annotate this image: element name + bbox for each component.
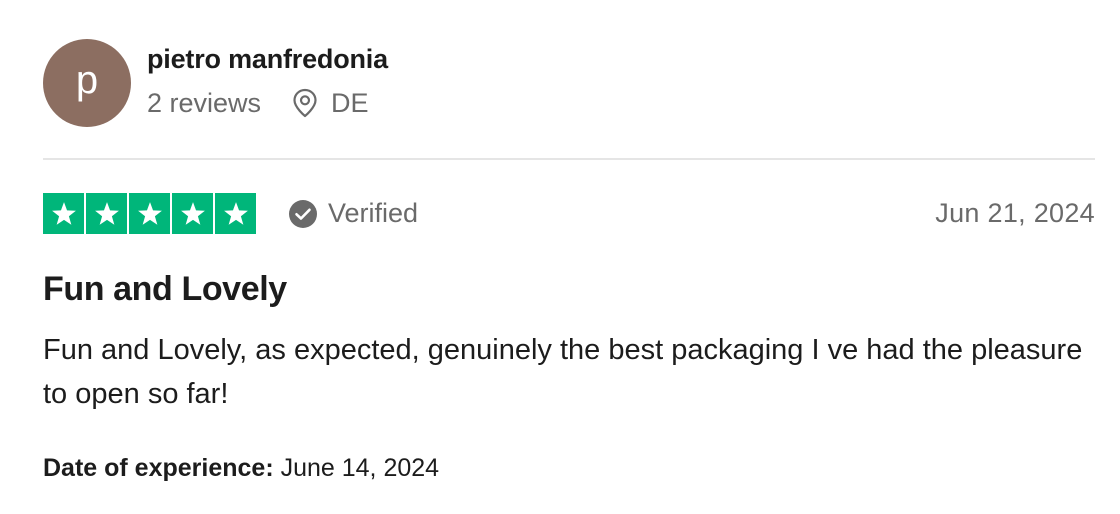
star-icon xyxy=(215,193,256,234)
date-of-experience: Date of experience: June 14, 2024 xyxy=(43,452,439,484)
review-title[interactable]: Fun and Lovely xyxy=(43,268,287,310)
star-icon xyxy=(172,193,213,234)
location-country: DE xyxy=(331,88,369,118)
experience-date: June 14, 2024 xyxy=(280,454,440,482)
reviews-count: 2 reviews xyxy=(147,88,262,118)
avatar[interactable]: p xyxy=(43,39,131,127)
reviewer-name[interactable]: pietro manfredonia xyxy=(147,43,388,75)
experience-label: Date of experience: xyxy=(43,454,274,482)
reviewer-location: DE xyxy=(291,87,369,119)
reviewer-header: p pietro manfredonia 2 reviews DE xyxy=(43,39,388,127)
rating-row: Verified Jun 21, 2024 xyxy=(43,193,1095,234)
star-icon xyxy=(129,193,170,234)
star-icon xyxy=(86,193,127,234)
verified-badge[interactable]: Verified xyxy=(288,198,418,229)
star-icon xyxy=(43,193,84,234)
reviewer-info: pietro manfredonia 2 reviews DE xyxy=(147,43,388,119)
verified-label: Verified xyxy=(328,198,419,228)
location-pin-icon xyxy=(291,88,319,118)
reviewer-meta: 2 reviews DE xyxy=(147,87,388,119)
star-rating xyxy=(43,193,256,234)
review-date: Jun 21, 2024 xyxy=(935,198,1095,228)
divider xyxy=(43,158,1095,160)
check-circle-icon xyxy=(288,199,318,229)
review-body: Fun and Lovely, as expected, genuinely t… xyxy=(43,334,1083,410)
